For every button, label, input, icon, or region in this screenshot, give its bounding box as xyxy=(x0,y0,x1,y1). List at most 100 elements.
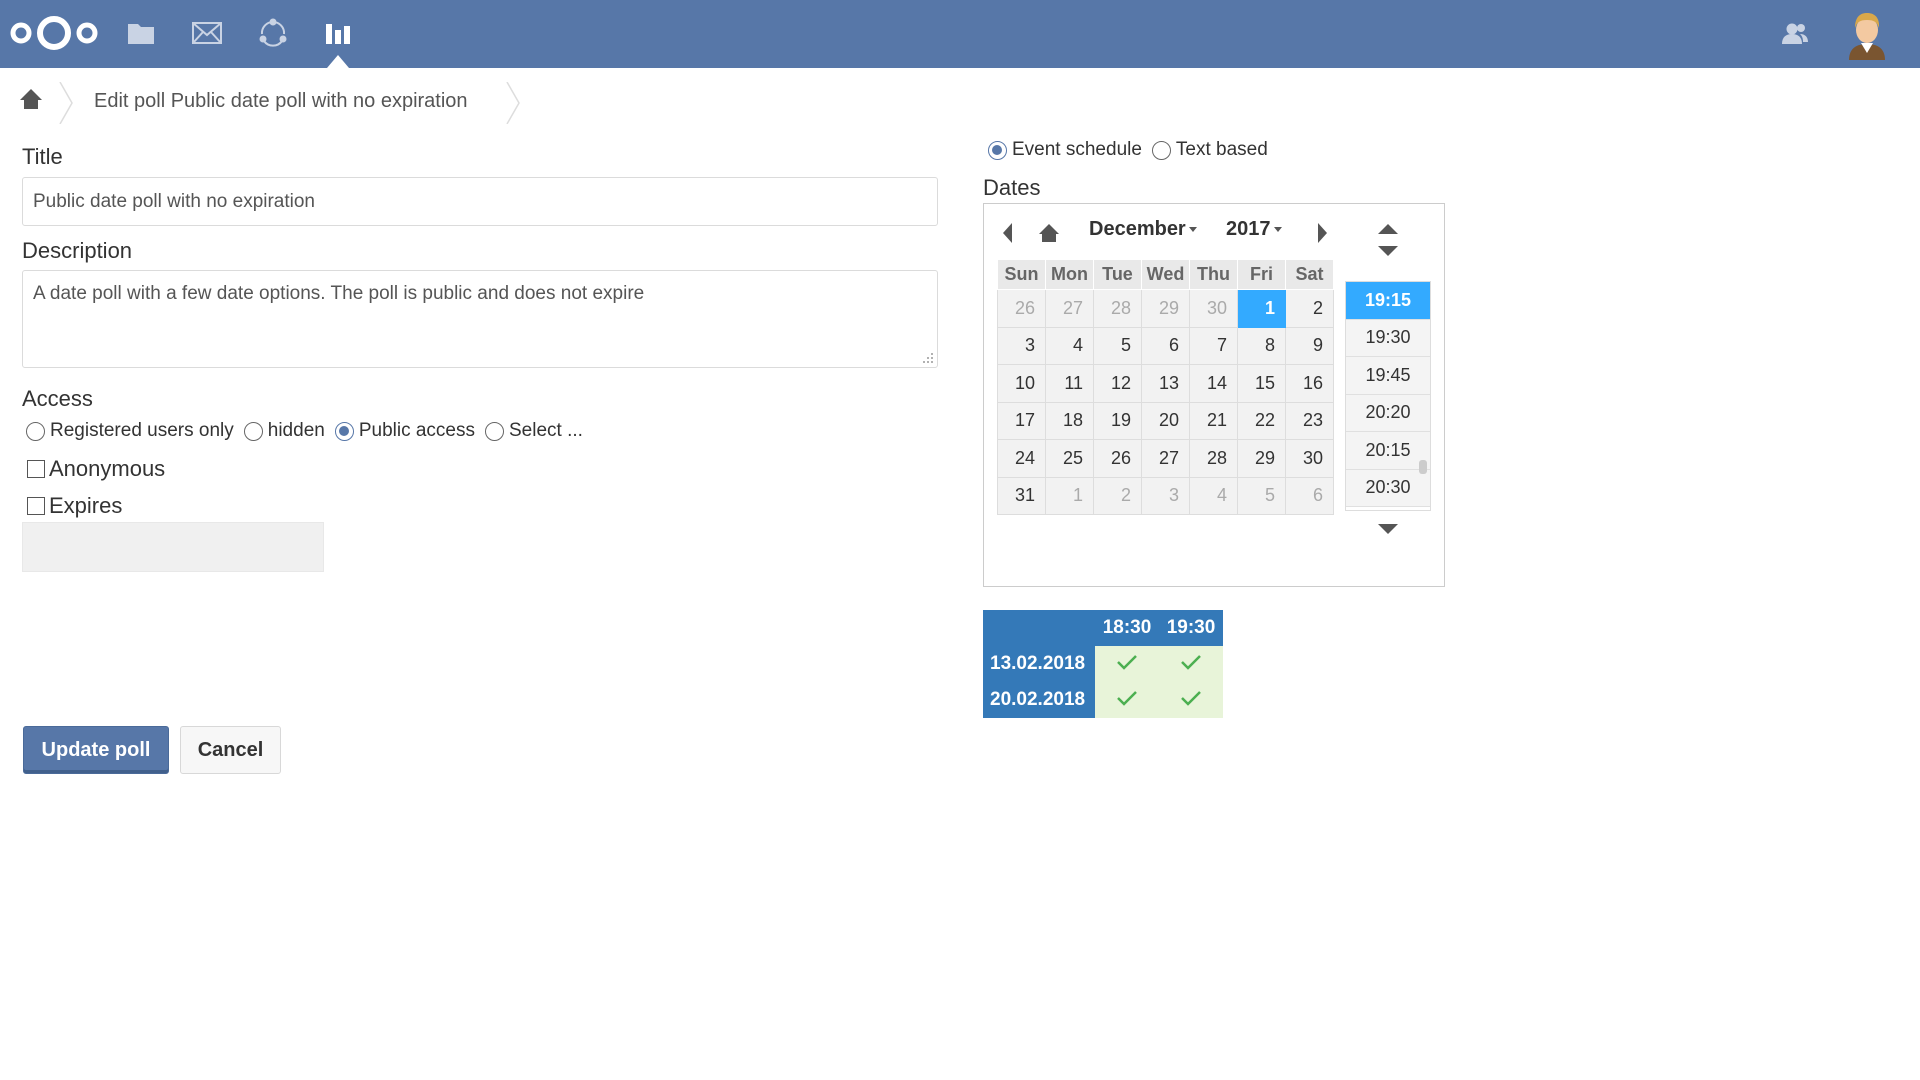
calendar-day[interactable]: 26 xyxy=(997,289,1046,328)
calendar-day[interactable]: 5 xyxy=(1237,476,1286,515)
calendar-day[interactable]: 28 xyxy=(1093,289,1142,328)
calendar-day[interactable]: 29 xyxy=(1141,289,1190,328)
anonymous-checkbox[interactable]: Anonymous xyxy=(27,456,165,482)
home-icon[interactable] xyxy=(18,86,44,112)
description-textarea[interactable]: A date poll with a few date options. The… xyxy=(22,270,938,368)
access-select-radio[interactable]: Select ... xyxy=(485,420,583,442)
calendar-day[interactable]: 16 xyxy=(1285,364,1334,403)
calendar-day[interactable]: 25 xyxy=(1045,439,1094,478)
calendar-day[interactable]: 3 xyxy=(1141,476,1190,515)
calendar-day[interactable]: 4 xyxy=(1045,326,1094,365)
time-list-scrollbar[interactable] xyxy=(1419,460,1427,474)
radio-button-selected[interactable] xyxy=(334,421,354,441)
polls-icon[interactable] xyxy=(321,16,355,50)
title-input[interactable]: Public date poll with no expiration xyxy=(22,177,938,226)
calendar-day[interactable]: 24 xyxy=(997,439,1046,478)
access-hidden-radio[interactable]: hidden xyxy=(243,420,325,442)
access-registered-radio[interactable]: Registered users only xyxy=(26,420,234,442)
folder-icon[interactable] xyxy=(124,16,158,50)
time-column-header[interactable]: 19:30 xyxy=(1159,610,1223,646)
option-cell[interactable] xyxy=(1095,682,1159,718)
checkbox[interactable] xyxy=(27,460,45,478)
radio-button[interactable] xyxy=(1151,140,1171,160)
weekday-header: Mon xyxy=(1045,259,1094,290)
calendar-day[interactable]: 8 xyxy=(1237,326,1286,365)
time-scroll-down-icon[interactable] xyxy=(1378,524,1398,534)
calendar-day[interactable]: 2 xyxy=(1093,476,1142,515)
calendar-day[interactable]: 9 xyxy=(1285,326,1334,365)
contacts-icon[interactable] xyxy=(1781,20,1809,48)
time-option-selected[interactable]: 19:15 xyxy=(1346,282,1430,320)
radio-button[interactable] xyxy=(485,421,504,441)
weekday-header: Sat xyxy=(1285,259,1334,290)
next-month-icon[interactable] xyxy=(1314,218,1330,248)
option-cell[interactable] xyxy=(1159,646,1223,682)
date-row-header[interactable]: 20.02.2018 xyxy=(983,682,1095,718)
nextcloud-logo[interactable] xyxy=(8,12,100,54)
time-scroll-up-icon[interactable] xyxy=(1378,224,1398,234)
calendar-day[interactable]: 26 xyxy=(1093,439,1142,478)
expires-checkbox[interactable]: Expires xyxy=(27,493,122,519)
calendar-day[interactable]: 14 xyxy=(1189,364,1238,403)
calendar-day[interactable]: 30 xyxy=(1189,289,1238,328)
calendar-day[interactable]: 5 xyxy=(1093,326,1142,365)
time-option[interactable]: 20:15 xyxy=(1346,432,1430,470)
calendar-day[interactable]: 19 xyxy=(1093,401,1142,440)
calendar-week-row: 31 1 2 3 4 5 6 xyxy=(997,476,1334,515)
calendar-day[interactable]: 22 xyxy=(1237,401,1286,440)
calendar-day[interactable]: 12 xyxy=(1093,364,1142,403)
calendar-day[interactable]: 7 xyxy=(1189,326,1238,365)
today-home-icon[interactable] xyxy=(1037,218,1061,248)
previous-month-icon[interactable] xyxy=(1000,218,1016,248)
calendar-day[interactable]: 13 xyxy=(1141,364,1190,403)
time-option[interactable]: 19:30 xyxy=(1346,319,1430,357)
calendar-day[interactable]: 10 xyxy=(997,364,1046,403)
radio-button[interactable] xyxy=(243,421,263,441)
breadcrumb-current-page[interactable]: Edit poll Public date poll with no expir… xyxy=(94,90,468,113)
calendar-day[interactable]: 3 xyxy=(997,326,1046,365)
user-avatar[interactable] xyxy=(1845,10,1889,60)
calendar-day[interactable]: 2 xyxy=(1285,289,1334,328)
calendar-day[interactable]: 31 xyxy=(997,476,1046,515)
calendar-day-selected[interactable]: 1 xyxy=(1237,289,1286,328)
event-schedule-radio[interactable]: Event schedule xyxy=(988,139,1142,161)
calendar-day[interactable]: 17 xyxy=(997,401,1046,440)
calendar-day[interactable]: 1 xyxy=(1045,476,1094,515)
update-poll-button[interactable]: Update poll xyxy=(23,726,169,774)
calendar-day[interactable]: 18 xyxy=(1045,401,1094,440)
time-option[interactable]: 19:45 xyxy=(1346,357,1430,395)
month-select[interactable]: December xyxy=(1089,218,1197,241)
text-based-radio[interactable]: Text based xyxy=(1151,139,1268,161)
calendar-day[interactable]: 15 xyxy=(1237,364,1286,403)
checkbox[interactable] xyxy=(27,497,45,515)
resize-handle-icon[interactable] xyxy=(922,352,934,364)
calendar-day[interactable]: 4 xyxy=(1189,476,1238,515)
time-option[interactable]: 20:20 xyxy=(1346,394,1430,432)
calendar-day[interactable]: 29 xyxy=(1237,439,1286,478)
cancel-button[interactable]: Cancel xyxy=(180,726,281,774)
calendar-day[interactable]: 6 xyxy=(1141,326,1190,365)
option-cell[interactable] xyxy=(1159,682,1223,718)
calendar-grid: Sun Mon Tue Wed Thu Fri Sat 26 27 28 29 … xyxy=(997,259,1334,515)
year-select[interactable]: 2017 xyxy=(1226,218,1282,241)
access-public-radio[interactable]: Public access xyxy=(334,420,475,442)
calendar-day[interactable]: 27 xyxy=(1141,439,1190,478)
mail-icon[interactable] xyxy=(190,16,224,50)
date-row-header[interactable]: 13.02.2018 xyxy=(983,646,1095,682)
calendar-day[interactable]: 27 xyxy=(1045,289,1094,328)
calendar-day[interactable]: 11 xyxy=(1045,364,1094,403)
time-scroll-down-icon[interactable] xyxy=(1378,246,1398,256)
time-option[interactable]: 20:30 xyxy=(1346,469,1430,507)
calendar-day[interactable]: 28 xyxy=(1189,439,1238,478)
time-column-header[interactable]: 18:30 xyxy=(1095,610,1159,646)
calendar-day[interactable]: 20 xyxy=(1141,401,1190,440)
calendar-day[interactable]: 6 xyxy=(1285,476,1334,515)
calendar-week-row: 10 11 12 13 14 15 16 xyxy=(997,364,1334,403)
calendar-day[interactable]: 23 xyxy=(1285,401,1334,440)
calendar-day[interactable]: 30 xyxy=(1285,439,1334,478)
radio-button[interactable] xyxy=(26,421,45,441)
circles-icon[interactable] xyxy=(256,16,290,50)
calendar-day[interactable]: 21 xyxy=(1189,401,1238,440)
option-cell[interactable] xyxy=(1095,646,1159,682)
radio-button-selected[interactable] xyxy=(988,140,1007,160)
